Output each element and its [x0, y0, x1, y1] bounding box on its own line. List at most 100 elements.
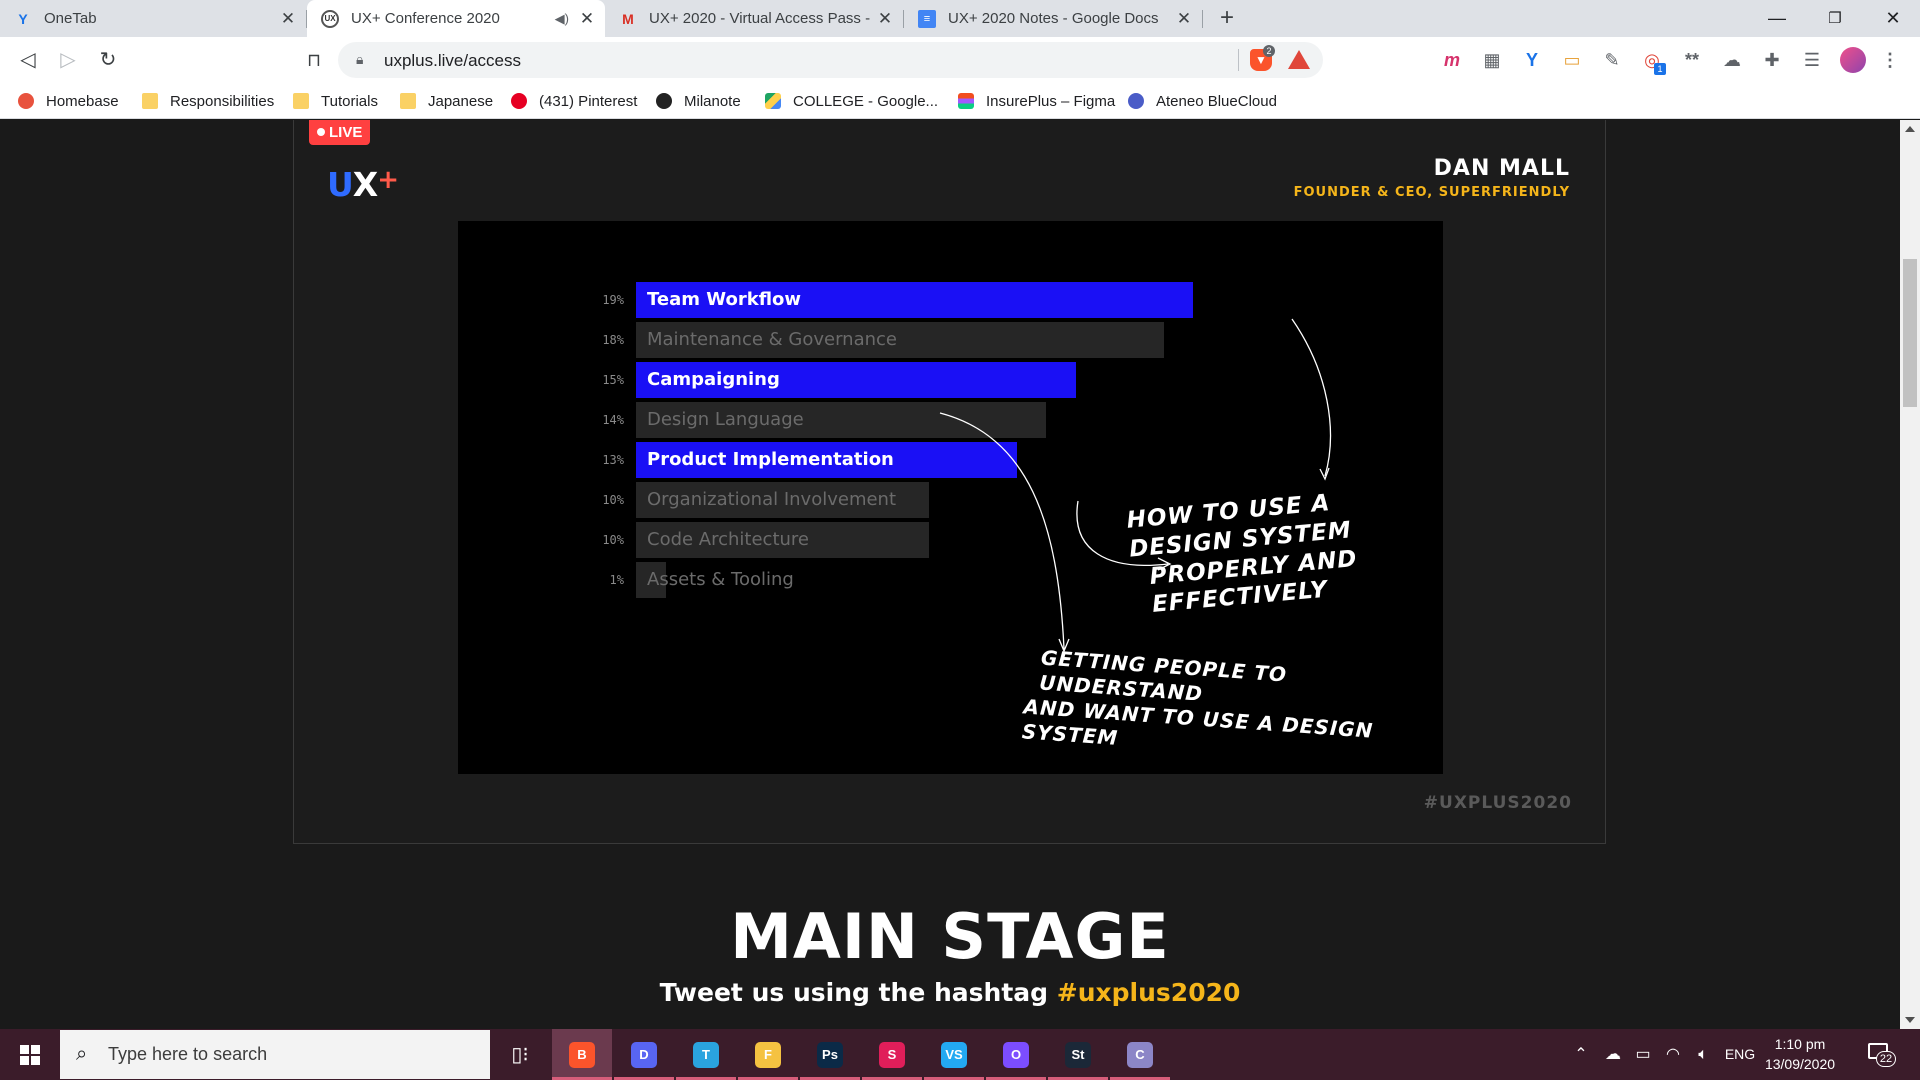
extensions-puzzle-icon[interactable]: ✚ — [1758, 46, 1786, 74]
stream-hashtag: #UXPLUS2020 — [1423, 793, 1572, 813]
forward-button[interactable]: ▷ — [52, 44, 84, 76]
presentation-slide: 19% Team Workflow 18% Maintenance & Governa… — [458, 221, 1443, 774]
arrow-team-workflow — [1291, 318, 1332, 477]
bookmark-homebase[interactable]: Homebase — [18, 83, 119, 119]
wifi-icon[interactable]: ◠ — [1658, 1029, 1688, 1080]
taskbar-search[interactable]: ⌕ Type here to search — [60, 1030, 490, 1079]
scrollbar-thumb[interactable] — [1903, 259, 1917, 407]
taskbar-app[interactable]: VS — [924, 1029, 984, 1080]
tab-onetab[interactable]: Y OneTab ✕ — [0, 0, 306, 37]
close-icon[interactable]: ✕ — [1172, 9, 1196, 29]
telegram-icon: T — [693, 1041, 719, 1068]
tab-title: UX+ Conference 2020 — [351, 10, 500, 27]
tray-overflow-icon[interactable]: ⌃ — [1566, 1029, 1596, 1080]
extension-badge: 1 — [1654, 63, 1666, 75]
tab-gmail[interactable]: M UX+ 2020 - Virtual Access Pass - b ✕ — [605, 0, 903, 37]
taskbar-app[interactable]: C — [1110, 1029, 1170, 1080]
page-subtitle: Tweet us using the hashtag #uxplus2020 — [0, 978, 1900, 1007]
battery-icon[interactable]: ▭ — [1628, 1029, 1658, 1080]
taskbar-app[interactable]: D — [614, 1029, 674, 1080]
brave-rewards-icon[interactable] — [1288, 50, 1310, 69]
bookmark-pinterest[interactable]: (431) Pinterest — [511, 83, 637, 119]
new-tab-button[interactable]: + — [1212, 4, 1242, 34]
eyedropper-icon[interactable]: ✎ — [1598, 46, 1626, 74]
folder-icon — [142, 93, 158, 109]
app-icon: C — [1127, 1041, 1153, 1068]
bookmark-tutorials[interactable]: Tutorials — [293, 83, 378, 119]
notification-center-button[interactable]: 22 — [1866, 1041, 1896, 1067]
close-icon[interactable]: ✕ — [575, 9, 599, 29]
window-close-button[interactable]: ✕ — [1864, 0, 1920, 37]
speaker-card: DAN MALL FOUNDER & CEO, SUPERFRIENDLY — [1294, 156, 1570, 200]
extension-stars-icon[interactable]: ** — [1678, 46, 1706, 74]
cloud-icon[interactable]: ☁ — [1718, 46, 1746, 74]
discord-icon: D — [631, 1041, 657, 1068]
bookmark-college-drive[interactable]: COLLEGE - Google... — [765, 83, 938, 119]
windows-icon — [20, 1045, 40, 1065]
minimize-button[interactable]: — — [1748, 0, 1806, 37]
scroll-up-icon[interactable] — [1905, 126, 1915, 132]
bookmark-responsibilities[interactable]: Responsibilities — [142, 83, 274, 119]
tab-title: OneTab — [44, 10, 97, 27]
address-bar[interactable]: 🔒︎ uxplus.live/access ▼ 2 — [338, 42, 1323, 78]
milanote-icon — [656, 93, 672, 109]
restore-button[interactable]: ❐ — [1806, 0, 1864, 37]
google-docs-icon: ≡ — [918, 9, 936, 28]
taskbar-app[interactable]: F — [738, 1029, 798, 1080]
subtitle-text: Tweet us using the hashtag — [659, 978, 1057, 1007]
onedrive-icon[interactable]: ☁ — [1598, 1029, 1628, 1080]
taskbar-app[interactable]: T — [676, 1029, 736, 1080]
system-clock[interactable]: 1:10 pm 13/09/2020 — [1760, 1034, 1840, 1074]
google-drive-icon — [765, 93, 781, 109]
onetab-extension-icon[interactable]: Y — [1518, 46, 1546, 74]
close-icon[interactable]: ✕ — [873, 9, 897, 29]
bookmark-bluecloud[interactable]: Ateneo BlueCloud — [1128, 83, 1277, 119]
speaker-icon[interactable]: ◀︎) — [555, 11, 569, 27]
folder-icon — [293, 93, 309, 109]
taskbar-app[interactable]: B — [552, 1029, 612, 1080]
file-explorer-icon: F — [755, 1041, 781, 1068]
reload-button[interactable]: ↻ — [92, 44, 124, 76]
start-button[interactable] — [0, 1029, 60, 1080]
media-queue-icon[interactable]: ☰ — [1798, 46, 1826, 74]
volume-icon[interactable]: 🔈︎ — [1688, 1029, 1718, 1080]
uxplus-logo: UX+ — [327, 165, 399, 204]
clock-date: 13/09/2020 — [1764, 1056, 1836, 1072]
profile-avatar[interactable] — [1840, 47, 1866, 73]
extension-copy-icon[interactable]: ▦ — [1478, 46, 1506, 74]
bookmark-japanese[interactable]: Japanese — [400, 83, 493, 119]
uxplus-icon: UX — [321, 9, 339, 28]
gmail-icon: M — [622, 10, 634, 27]
bookmark-figma[interactable]: InsurePlus – Figma — [958, 83, 1115, 119]
obsidian-icon: O — [1003, 1041, 1029, 1068]
bookmark-label: Responsibilities — [170, 92, 275, 110]
tab-divider — [1202, 10, 1203, 28]
task-view-button[interactable]: ▯⁝ — [490, 1029, 550, 1080]
browser-toolbar: ◁ ▷ ↻ ⊓ 🔒︎ uxplus.live/access ▼ 2 m ▦ Y … — [0, 37, 1920, 83]
taskbar-app[interactable]: St — [1048, 1029, 1108, 1080]
bookmark-milanote[interactable]: Milanote — [656, 83, 741, 119]
scroll-down-icon[interactable] — [1905, 1017, 1915, 1023]
tab-uxplus-conference[interactable]: UX UX+ Conference 2020 ◀︎) ✕ — [307, 0, 605, 37]
taskbar-app[interactable]: Ps — [800, 1029, 860, 1080]
live-label: LIVE — [329, 124, 363, 141]
bookmark-label: InsurePlus – Figma — [986, 92, 1116, 110]
video-player[interactable]: LIVE UX+ DAN MALL FOUNDER & CEO, SUPERFR… — [293, 120, 1606, 844]
pinterest-icon — [511, 93, 527, 109]
language-indicator[interactable]: ENG — [1720, 1029, 1760, 1080]
url-text[interactable]: uxplus.live/access — [384, 51, 521, 71]
bookmark-icon[interactable]: ⊓ — [298, 44, 330, 76]
taskbar-app[interactable]: S — [862, 1029, 922, 1080]
extension-m-icon[interactable]: m — [1438, 46, 1466, 74]
subtitle-hashtag[interactable]: #uxplus2020 — [1057, 978, 1241, 1007]
back-button[interactable]: ◁ — [12, 44, 44, 76]
bookmark-label: Tutorials — [321, 92, 378, 110]
extension-note-icon[interactable]: ▭ — [1558, 46, 1586, 74]
menu-icon[interactable]: ⋮ — [1876, 46, 1904, 74]
tab-google-docs[interactable]: ≡ UX+ 2020 Notes - Google Docs ✕ — [904, 0, 1202, 37]
page-scrollbar[interactable] — [1900, 120, 1920, 1029]
close-icon[interactable]: ✕ — [276, 9, 300, 29]
taskbar-app[interactable]: O — [986, 1029, 1046, 1080]
photoshop-icon: Ps — [817, 1041, 843, 1068]
lock-icon[interactable]: 🔒︎ — [356, 51, 363, 68]
